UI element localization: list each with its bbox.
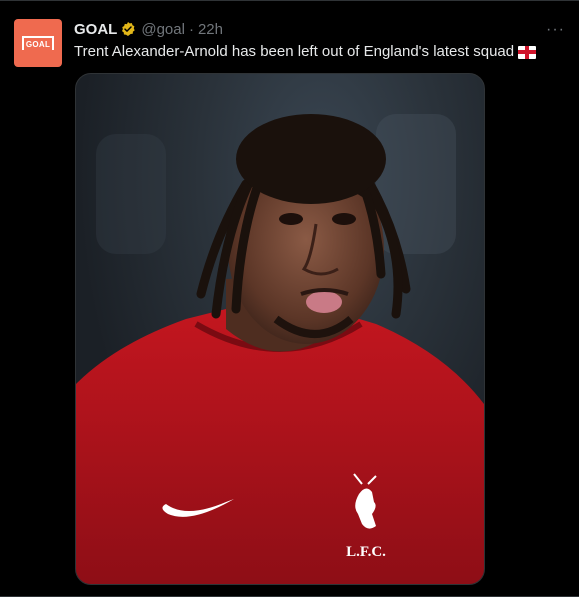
tweet-body: Trent Alexander-Arnold has been left out… [74, 43, 515, 60]
verified-badge-icon [120, 21, 136, 37]
crest-text: L.F.C. [346, 544, 386, 560]
goal-logo: GOAL [22, 36, 54, 50]
account-name[interactable]: GOAL [74, 21, 117, 38]
england-flag-icon [518, 45, 537, 59]
tweet-text: Trent Alexander-Arnold has been left out… [74, 42, 564, 62]
separator: · [188, 20, 194, 38]
more-options-icon[interactable]: ··· [546, 21, 565, 39]
logo-text: GOAL [25, 40, 51, 49]
avatar[interactable]: GOAL [14, 19, 62, 67]
timestamp[interactable]: 22h [198, 21, 223, 38]
account-handle[interactable]: @goal [141, 21, 185, 38]
tweet-header: GOAL @goal · 22h [74, 19, 223, 39]
tweet-card[interactable]: GOAL GOAL @goal · 22h ··· Trent Alexande… [0, 0, 579, 597]
tweet-photo[interactable]: L.F.C. [75, 73, 485, 585]
